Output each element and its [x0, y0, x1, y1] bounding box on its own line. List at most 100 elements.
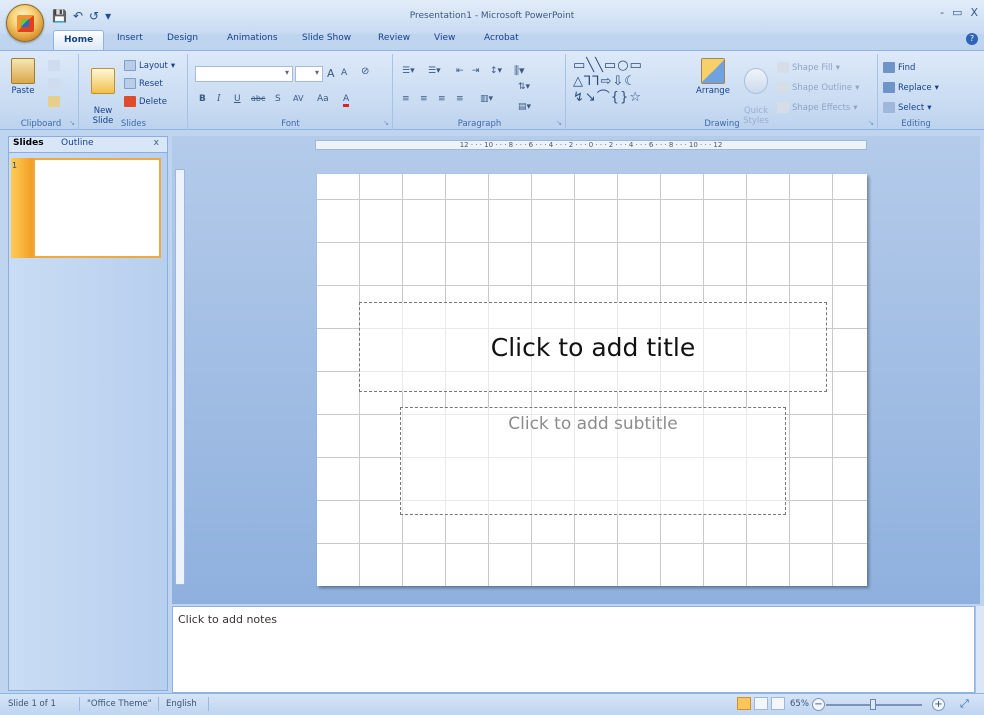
close-pane-icon[interactable]: x [154, 138, 159, 148]
bullets-icon[interactable]: ☰▾ [402, 66, 415, 76]
normal-view-icon[interactable] [737, 697, 751, 710]
align-right-icon[interactable]: ≡ [438, 94, 446, 104]
font-family-combo[interactable] [195, 66, 293, 82]
font-launcher-icon[interactable]: ↘ [383, 119, 389, 127]
underline-button[interactable]: U [234, 94, 241, 104]
tab-review[interactable]: Review [378, 33, 410, 43]
cut-icon [48, 60, 60, 71]
format-painter-button[interactable] [48, 96, 60, 107]
status-separator [208, 697, 209, 711]
fit-to-window-icon[interactable]: ⤢ [960, 697, 969, 711]
slide-show-view-icon[interactable] [771, 697, 785, 710]
clear-formatting-icon[interactable]: ⊘ [361, 66, 369, 77]
drawing-launcher-icon[interactable]: ↘ [868, 119, 874, 127]
shape-effects-icon [777, 102, 789, 113]
columns-icon[interactable]: ⫼▾ [514, 64, 525, 78]
shape-fill-button[interactable]: Shape Fill ▾ [777, 62, 840, 73]
tab-design[interactable]: Design [167, 33, 198, 43]
bold-button[interactable]: B [199, 94, 206, 104]
align-left-icon[interactable]: ≡ [402, 94, 410, 104]
text-shadow-button[interactable]: S [275, 94, 281, 104]
format-painter-icon [48, 96, 60, 107]
paste-icon [11, 58, 35, 84]
shrink-font-button[interactable]: A [341, 68, 347, 78]
quick-styles-button[interactable]: Quick Styles [739, 58, 773, 126]
notes-placeholder: Click to add notes [178, 613, 277, 626]
font-color-button[interactable]: A [343, 94, 350, 107]
delete-button[interactable]: Delete [124, 96, 167, 107]
numbering-icon[interactable]: ☰▾ [428, 66, 441, 76]
justify-icon[interactable]: ≡ [456, 94, 464, 104]
zoom-in-icon[interactable]: + [932, 698, 945, 711]
clipboard-launcher-icon[interactable]: ↘ [69, 119, 75, 127]
tab-slides[interactable]: Slides [13, 138, 44, 148]
decrease-indent-icon[interactable]: ⇤ [456, 66, 464, 76]
office-logo-icon [17, 15, 34, 32]
text-columns-icon[interactable]: ▥▾ [480, 94, 493, 104]
arrange-button[interactable]: Arrange [691, 58, 735, 96]
notes-scrollbar[interactable] [975, 606, 984, 693]
ribbon: Paste Clipboard ↘ New Slide Layout ▾ Rese… [0, 50, 984, 130]
editing-group: Find Replace ▾ Select ▾ Editing [879, 54, 953, 130]
shape-effects-button[interactable]: Shape Effects ▾ [777, 102, 858, 113]
find-button[interactable]: Find [883, 62, 915, 73]
find-icon [883, 62, 895, 73]
character-spacing-button[interactable]: AV [293, 94, 303, 103]
slides-pane: Slides Outline x 1 [8, 136, 168, 691]
change-case-button[interactable]: Aa [317, 94, 329, 104]
minimize-button[interactable]: - [940, 6, 944, 19]
language-status[interactable]: English [166, 699, 197, 709]
slide-thumbnail[interactable] [33, 158, 161, 258]
tab-acrobat[interactable]: Acrobat [484, 33, 519, 43]
window-controls: - ▭ X [940, 6, 978, 19]
delete-icon [124, 96, 136, 107]
align-center-icon[interactable]: ≡ [420, 94, 428, 104]
tab-insert[interactable]: Insert [117, 33, 143, 43]
tab-home[interactable]: Home [53, 30, 105, 51]
font-size-combo[interactable] [295, 66, 323, 82]
slide-sorter-view-icon[interactable] [754, 697, 768, 710]
zoom-out-icon[interactable]: − [812, 698, 825, 711]
office-button[interactable] [6, 4, 44, 42]
slides-group: New Slide Layout ▾ Reset Delete Slides [80, 54, 188, 130]
layout-button[interactable]: Layout ▾ [124, 60, 175, 71]
shape-outline-icon [777, 82, 789, 93]
slide-canvas[interactable]: Click to add title Click to add subtitle [317, 174, 867, 586]
italic-button[interactable]: I [217, 94, 221, 104]
zoom-level[interactable]: 65% [790, 699, 809, 709]
vertical-ruler [175, 169, 185, 585]
view-buttons [737, 697, 785, 710]
text-direction-icon[interactable]: ⇅▾ [518, 82, 530, 92]
new-slide-icon [91, 68, 115, 94]
copy-button[interactable] [48, 78, 60, 89]
increase-indent-icon[interactable]: ⇥ [472, 66, 480, 76]
zoom-slider-handle[interactable] [870, 699, 876, 710]
tab-slide-show[interactable]: Slide Show [302, 33, 351, 43]
paste-button[interactable]: Paste [8, 58, 38, 96]
shape-outline-button[interactable]: Shape Outline ▾ [777, 82, 859, 93]
subtitle-placeholder[interactable]: Click to add subtitle [400, 407, 786, 515]
select-button[interactable]: Select ▾ [883, 102, 932, 113]
notes-pane[interactable]: Click to add notes [172, 606, 975, 693]
tab-animations[interactable]: Animations [227, 33, 278, 43]
paragraph-launcher-icon[interactable]: ↘ [556, 119, 562, 127]
reset-button[interactable]: Reset [124, 78, 163, 89]
help-icon[interactable]: ? [966, 33, 978, 45]
theme-status[interactable]: "Office Theme" [87, 699, 152, 709]
cut-button[interactable] [48, 60, 60, 71]
tab-view[interactable]: View [434, 33, 455, 43]
close-button[interactable]: X [970, 6, 978, 19]
title-placeholder[interactable]: Click to add title [359, 302, 827, 392]
strikethrough-button[interactable]: abc [251, 94, 265, 103]
copy-icon [48, 78, 60, 89]
shape-fill-icon [777, 62, 789, 73]
restore-button[interactable]: ▭ [952, 6, 962, 19]
shapes-gallery[interactable]: ▭╲╲▭○▭ △⅂⅂⇨⇩☾ ↯↘⌒{}☆ [573, 58, 643, 106]
replace-button[interactable]: Replace ▾ [883, 82, 939, 93]
tab-outline[interactable]: Outline [61, 138, 94, 148]
arrange-icon [701, 58, 725, 84]
grow-font-button[interactable]: A [327, 67, 335, 80]
line-spacing-icon[interactable]: ↕▾ [490, 66, 502, 76]
smartart-icon[interactable]: ▤▾ [518, 102, 531, 112]
new-slide-button[interactable]: New Slide [86, 58, 120, 126]
